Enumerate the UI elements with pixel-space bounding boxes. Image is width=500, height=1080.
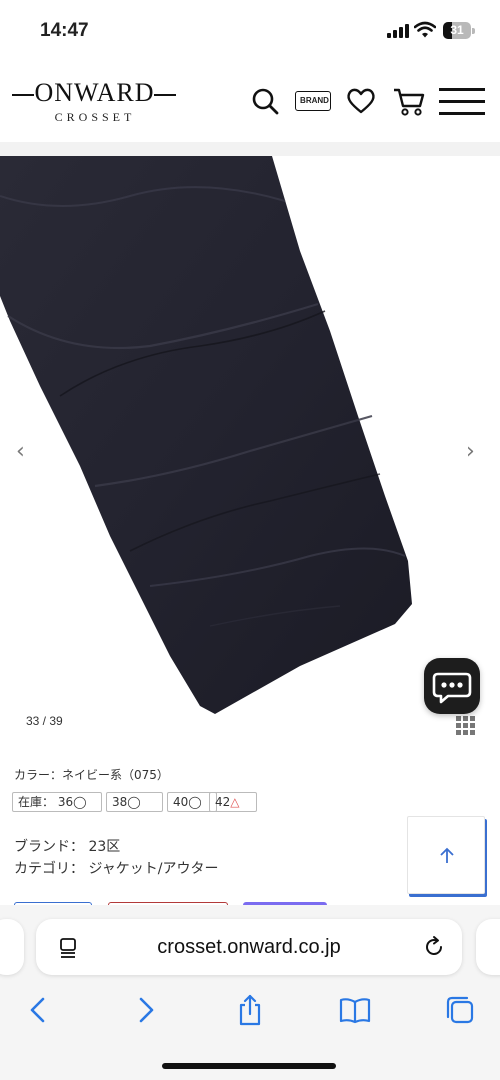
color-label: カラー：ネイビー系（075） xyxy=(14,768,169,782)
size-value: 40 xyxy=(173,795,189,809)
forward-icon[interactable] xyxy=(134,993,158,1027)
arrow-up-icon xyxy=(440,847,454,863)
reload-icon[interactable] xyxy=(422,935,446,959)
brand-info: ブランド： 23区 xyxy=(14,839,121,855)
address-bar[interactable]: crosset.onward.co.jp xyxy=(36,919,462,975)
previous-tab-pill[interactable] xyxy=(0,919,24,975)
share-icon[interactable] xyxy=(236,993,264,1027)
battery-level: 31 xyxy=(450,23,464,37)
site-header: ONWARD CROSSET BRAND xyxy=(0,62,500,142)
page: 14:47 31 ONWARD CROSSET BRAND ‹ › 33 / 3… xyxy=(0,0,500,1080)
stock-chip-42[interactable]: 42△ xyxy=(209,792,257,812)
stock-mark: ◯ xyxy=(127,795,141,809)
gallery-counter: 33 / 39 xyxy=(26,714,63,728)
home-indicator xyxy=(162,1063,336,1069)
stock-mark: ◯ xyxy=(73,795,87,809)
browser-toolbar: crosset.onward.co.jp xyxy=(0,905,500,1080)
size-value: 38 xyxy=(112,795,128,809)
logo-sub-text: CROSSET xyxy=(54,110,136,124)
tabs-icon[interactable] xyxy=(444,993,476,1027)
brand-button[interactable]: BRAND xyxy=(295,91,331,111)
chat-icon xyxy=(432,672,472,704)
cart-icon[interactable] xyxy=(392,84,426,118)
stock-chip-38[interactable]: 38◯ xyxy=(106,792,163,812)
header-divider xyxy=(0,142,500,156)
size-value: 42 xyxy=(215,795,231,809)
next-tab-pill[interactable] xyxy=(476,919,500,975)
grid-icon[interactable] xyxy=(456,716,476,736)
back-icon[interactable] xyxy=(26,993,50,1027)
heart-icon[interactable] xyxy=(345,84,377,118)
gallery-prev-arrow[interactable]: ‹ xyxy=(16,439,25,464)
stock-mark: △ xyxy=(230,795,240,809)
battery-icon: 31 xyxy=(443,22,475,39)
bookmarks-icon[interactable] xyxy=(338,993,372,1027)
url-text: crosset.onward.co.jp xyxy=(157,936,341,958)
size-value: 36 xyxy=(57,795,74,809)
stock-chip-36[interactable]: 在庫： 36◯ xyxy=(12,792,102,812)
stock-label: 在庫： xyxy=(18,795,55,809)
logo-main-text: ONWARD xyxy=(34,78,155,107)
category-info: カテゴリ： ジャケット/アウター xyxy=(14,861,219,877)
scroll-to-top-button[interactable] xyxy=(407,816,485,894)
chat-button[interactable] xyxy=(424,658,480,714)
gallery-next-arrow[interactable]: › xyxy=(466,439,475,464)
wifi-icon xyxy=(414,21,436,38)
stock-mark: ◯ xyxy=(188,795,202,809)
status-time: 14:47 xyxy=(40,20,89,41)
status-bar: 14:47 31 xyxy=(0,0,500,60)
hamburger-menu-icon[interactable] xyxy=(439,88,485,116)
search-icon[interactable] xyxy=(250,84,280,118)
cellular-signal-icon xyxy=(387,24,409,38)
brand-tag-label: BRAND xyxy=(300,96,329,105)
